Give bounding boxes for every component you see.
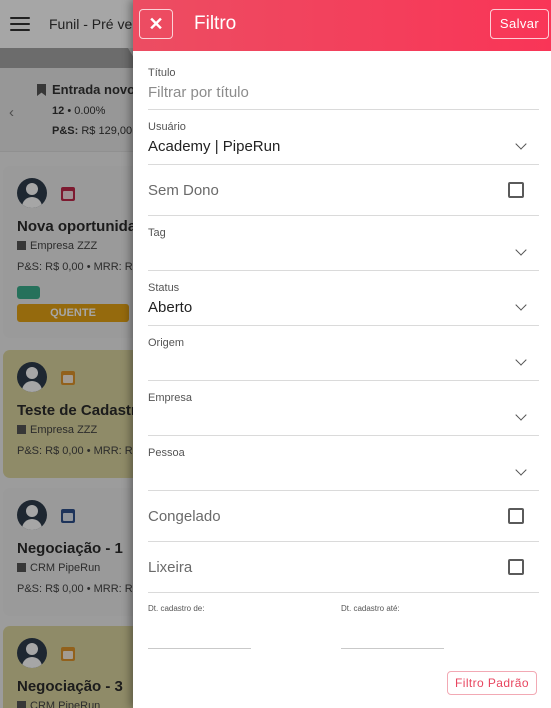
filter-panel: ✕ Filtro Salvar Título Filtrar por títul…	[133, 0, 551, 708]
close-button[interactable]: ✕	[139, 9, 173, 39]
tag-label: Tag	[148, 227, 166, 239]
company-select[interactable]: Empresa	[148, 381, 539, 436]
no-owner-row: Sem Dono	[148, 165, 539, 216]
trash-checkbox[interactable]	[508, 559, 524, 575]
tag-select[interactable]: Tag	[148, 216, 539, 271]
title-filter-field[interactable]: Título Filtrar por título	[148, 62, 539, 110]
no-owner-checkbox[interactable]	[508, 182, 524, 198]
company-label: Empresa	[148, 392, 193, 404]
origin-select[interactable]: Origem	[148, 326, 539, 381]
trash-row: Lixeira	[148, 542, 539, 593]
trash-label: Lixeira	[148, 559, 193, 576]
user-select[interactable]: Usuário Academy | PipeRun	[148, 115, 539, 165]
origin-label: Origem	[148, 337, 185, 349]
filter-header: ✕ Filtro Salvar	[133, 0, 551, 51]
title-filter-input[interactable]: Filtrar por título	[148, 84, 249, 101]
date-to-field[interactable]: Dt. cadastro até:	[341, 604, 444, 649]
date-from-field[interactable]: Dt. cadastro de:	[148, 604, 251, 649]
user-value: Academy | PipeRun	[148, 138, 281, 155]
chevron-down-icon	[515, 464, 527, 476]
frozen-label: Congelado	[148, 508, 221, 525]
person-label: Pessoa	[148, 447, 185, 459]
panel-title: Filtro	[194, 13, 237, 34]
chevron-down-icon	[515, 354, 527, 366]
save-button[interactable]: Salvar	[490, 9, 549, 39]
frozen-checkbox[interactable]	[508, 508, 524, 524]
person-select[interactable]: Pessoa	[148, 436, 539, 491]
date-to-label: Dt. cadastro até:	[341, 604, 400, 613]
chevron-down-icon	[515, 138, 527, 150]
chevron-down-icon	[515, 244, 527, 256]
no-owner-label: Sem Dono	[148, 182, 219, 199]
status-value: Aberto	[148, 299, 193, 316]
frozen-row: Congelado	[148, 491, 539, 542]
date-from-label: Dt. cadastro de:	[148, 604, 205, 613]
chevron-down-icon	[515, 299, 527, 311]
status-select[interactable]: Status Aberto	[148, 271, 539, 326]
status-label: Status	[148, 282, 180, 294]
title-filter-label: Título	[148, 67, 176, 79]
default-filter-button[interactable]: Filtro Padrão	[447, 671, 537, 695]
chevron-down-icon	[515, 409, 527, 421]
user-label: Usuário	[148, 121, 186, 133]
